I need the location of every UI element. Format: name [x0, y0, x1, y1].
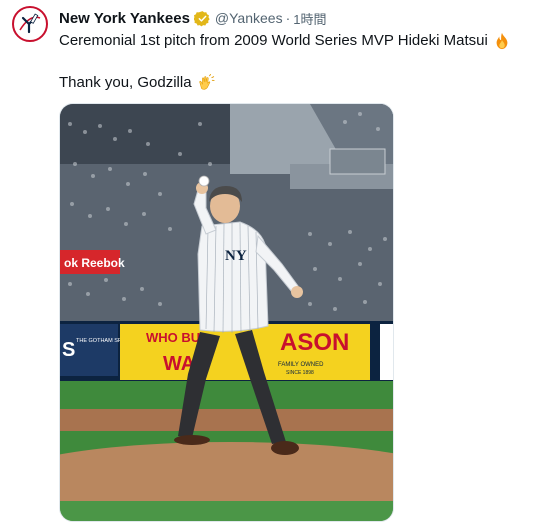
verified-badge-icon	[193, 10, 210, 26]
tweet-header: New York Yankees @Yankees · 1時間	[59, 8, 326, 28]
author-name[interactable]: New York Yankees	[59, 10, 190, 27]
mason-ad-family: FAMILY OWNED	[278, 362, 324, 368]
ny-logo-icon: NY	[225, 248, 247, 264]
fire-emoji-icon	[496, 32, 508, 50]
warning-track	[60, 409, 393, 431]
mason-ad-who: WHO BU	[146, 330, 200, 345]
tweet-timestamp[interactable]: 1時間	[293, 9, 326, 28]
tweet-text-line2: Thank you, Godzilla	[59, 74, 192, 91]
header-separator: ·	[285, 10, 291, 26]
player-right-shoe	[271, 441, 299, 455]
baseball-icon	[198, 175, 210, 187]
matsui-first-pitch-photo: ok Reebok S THE GOTHAM SPORTS APP WHO BU…	[60, 104, 393, 521]
mason-ad-since: SINCE 1898	[286, 370, 314, 376]
tweet-text-line1: Ceremonial 1st pitch from 2009 World Ser…	[59, 32, 488, 49]
player-left-shoe	[174, 435, 210, 445]
reebok-ad-text: ok Reebok	[64, 256, 125, 270]
gotham-ad-s: S	[62, 339, 75, 361]
tweet-text: Ceremonial 1st pitch from 2009 World Ser…	[59, 31, 529, 93]
yankees-avatar[interactable]	[12, 6, 48, 42]
clapping-hands-emoji-icon	[198, 74, 215, 90]
mason-ad-word: ASON	[280, 329, 349, 356]
author-handle[interactable]: @Yankees	[215, 10, 283, 26]
tweet-photo[interactable]: ok Reebok S THE GOTHAM SPORTS APP WHO BU…	[59, 103, 394, 522]
yankees-logo-icon	[15, 9, 45, 39]
